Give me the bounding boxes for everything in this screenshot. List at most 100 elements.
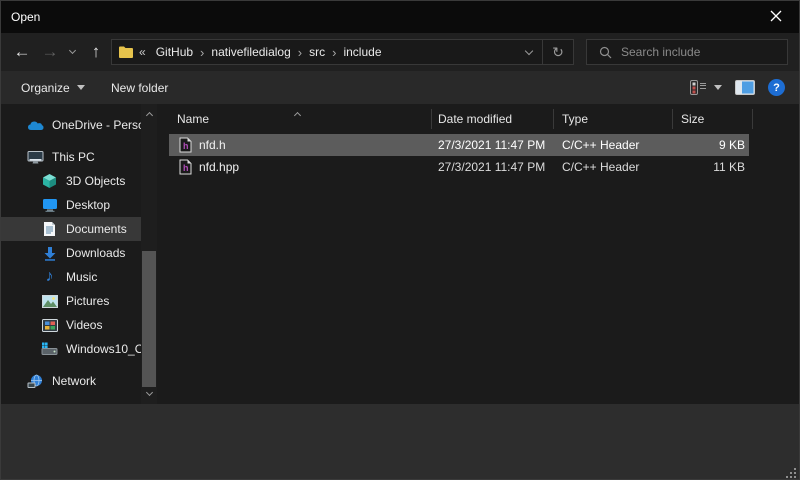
header-file-icon: h bbox=[179, 159, 192, 175]
sidebar-item-videos[interactable]: Videos bbox=[1, 313, 141, 337]
sidebar-item-pictures[interactable]: Pictures bbox=[1, 289, 141, 313]
window-title: Open bbox=[11, 10, 40, 24]
up-icon: ↑ bbox=[92, 42, 101, 62]
search-box[interactable] bbox=[586, 39, 788, 65]
chevron-down-icon bbox=[77, 85, 85, 90]
column-headers: Name Date modified Type Size bbox=[169, 104, 799, 134]
breadcrumb-overflow-icon[interactable]: « bbox=[139, 45, 146, 59]
resize-grip[interactable] bbox=[784, 466, 796, 478]
navigation-pane: OneDrive - Persor This PC 3D Objects Des… bbox=[1, 104, 141, 404]
file-name: nfd.h bbox=[199, 138, 226, 152]
details-view-icon bbox=[690, 80, 707, 95]
navigation-bar: ← → ↑ « GitHub › nativefiledialog › src … bbox=[1, 33, 799, 71]
address-bar[interactable]: « GitHub › nativefiledialog › src › incl… bbox=[111, 39, 574, 65]
help-icon: ? bbox=[773, 82, 780, 94]
sidebar-item-label: OneDrive - Persor bbox=[52, 118, 141, 132]
network-icon bbox=[27, 373, 44, 390]
breadcrumb-item-src[interactable]: src bbox=[305, 45, 329, 59]
sidebar-item-label: Network bbox=[52, 374, 96, 388]
forward-button[interactable]: → bbox=[37, 33, 63, 71]
sidebar-item-documents[interactable]: Documents bbox=[1, 217, 141, 241]
new-folder-label: New folder bbox=[111, 81, 168, 95]
onedrive-cloud-icon bbox=[27, 117, 44, 134]
header-file-icon: h bbox=[179, 137, 192, 153]
search-input[interactable] bbox=[621, 45, 787, 59]
forward-icon: → bbox=[42, 42, 59, 62]
folder-icon bbox=[118, 45, 134, 59]
details-view-button[interactable] bbox=[690, 80, 722, 95]
chevron-up-icon bbox=[145, 112, 152, 119]
preview-pane-button[interactable] bbox=[735, 80, 755, 95]
scroll-down-button[interactable] bbox=[141, 387, 157, 401]
file-name: nfd.hpp bbox=[199, 160, 239, 174]
main-area: OneDrive - Persor This PC 3D Objects Des… bbox=[1, 104, 799, 404]
sidebar-item-label: This PC bbox=[52, 150, 95, 164]
file-type: C/C++ Header bbox=[554, 160, 673, 174]
preview-pane-icon bbox=[735, 80, 755, 95]
chevron-down-icon bbox=[714, 85, 722, 90]
sidebar-item-this-pc[interactable]: This PC bbox=[1, 145, 141, 169]
sidebar-item-windows10-os[interactable]: Windows10_OS ( bbox=[1, 337, 141, 361]
chevron-down-icon bbox=[525, 46, 533, 54]
file-list: Name Date modified Type Size h nfd.h 27/… bbox=[169, 104, 799, 404]
document-icon bbox=[41, 221, 58, 238]
new-folder-button[interactable]: New folder bbox=[111, 71, 168, 104]
sidebar-item-network[interactable]: Network bbox=[1, 369, 141, 393]
organize-label: Organize bbox=[21, 81, 70, 95]
file-row-nfd-h[interactable]: h nfd.h 27/3/2021 11:47 PM C/C++ Header … bbox=[169, 134, 749, 156]
command-bar: Organize New folder bbox=[1, 71, 799, 104]
scroll-up-button[interactable] bbox=[141, 107, 157, 121]
svg-text:h: h bbox=[183, 163, 189, 173]
breadcrumb-item-include[interactable]: include bbox=[339, 45, 385, 59]
open-dialog-window: Open ← → ↑ « GitHub › nativefiledialog ›… bbox=[0, 0, 800, 480]
svg-text:h: h bbox=[183, 141, 189, 151]
sidebar-item-label: Desktop bbox=[66, 198, 110, 212]
breadcrumb-separator-icon: › bbox=[329, 45, 339, 60]
back-icon: ← bbox=[14, 42, 31, 62]
refresh-button[interactable]: ↻ bbox=[543, 44, 573, 61]
breadcrumb-separator-icon: › bbox=[295, 45, 305, 60]
breadcrumb-item-github[interactable]: GitHub bbox=[152, 45, 197, 59]
file-size: 9 KB bbox=[673, 138, 745, 152]
sidebar-item-label: Downloads bbox=[66, 246, 125, 260]
chevron-down-icon bbox=[68, 47, 75, 54]
sidebar-item-label: Pictures bbox=[66, 294, 109, 308]
close-icon bbox=[770, 10, 782, 25]
help-button[interactable]: ? bbox=[768, 79, 785, 96]
refresh-icon: ↻ bbox=[552, 44, 564, 61]
scrollbar-thumb[interactable] bbox=[142, 251, 156, 387]
column-header-date-modified[interactable]: Date modified bbox=[432, 109, 554, 129]
sidebar-item-onedrive[interactable]: OneDrive - Persor bbox=[1, 113, 141, 137]
up-button[interactable]: ↑ bbox=[83, 33, 109, 71]
close-button[interactable] bbox=[753, 1, 799, 33]
column-header-name[interactable]: Name bbox=[169, 109, 432, 129]
sidebar-item-downloads[interactable]: Downloads bbox=[1, 241, 141, 265]
file-size: 11 KB bbox=[673, 160, 745, 174]
breadcrumb-item-nativefiledialog[interactable]: nativefiledialog bbox=[207, 45, 294, 59]
recent-locations-button[interactable] bbox=[63, 33, 81, 71]
download-arrow-icon bbox=[41, 245, 58, 262]
column-header-type[interactable]: Type bbox=[554, 109, 673, 129]
cube-icon bbox=[41, 173, 58, 190]
music-note-icon: ♪ bbox=[41, 269, 58, 286]
sidebar-item-label: 3D Objects bbox=[66, 174, 125, 188]
sidebar-item-desktop[interactable]: Desktop bbox=[1, 193, 141, 217]
chevron-down-icon bbox=[145, 389, 152, 396]
sidebar-scrollbar[interactable] bbox=[141, 104, 157, 404]
sort-ascending-icon bbox=[295, 107, 300, 121]
dialog-footer: File name: Headers (*.h;*.hpp) Open Canc… bbox=[1, 404, 799, 480]
file-date-modified: 27/3/2021 11:47 PM bbox=[432, 138, 554, 152]
organize-button[interactable]: Organize bbox=[21, 71, 85, 104]
sidebar-item-3d-objects[interactable]: 3D Objects bbox=[1, 169, 141, 193]
breadcrumb-separator-icon: › bbox=[197, 45, 207, 60]
sidebar-item-label: Documents bbox=[66, 222, 127, 236]
sidebar-item-music[interactable]: ♪ Music bbox=[1, 265, 141, 289]
view-controls: ? bbox=[690, 71, 785, 104]
sidebar-item-label: Windows10_OS ( bbox=[66, 342, 141, 356]
back-button[interactable]: ← bbox=[9, 33, 35, 71]
file-type: C/C++ Header bbox=[554, 138, 673, 152]
column-header-size[interactable]: Size bbox=[673, 109, 753, 129]
file-row-nfd-hpp[interactable]: h nfd.hpp 27/3/2021 11:47 PM C/C++ Heade… bbox=[169, 156, 749, 178]
address-dropdown-button[interactable] bbox=[516, 51, 542, 54]
film-icon bbox=[41, 317, 58, 334]
